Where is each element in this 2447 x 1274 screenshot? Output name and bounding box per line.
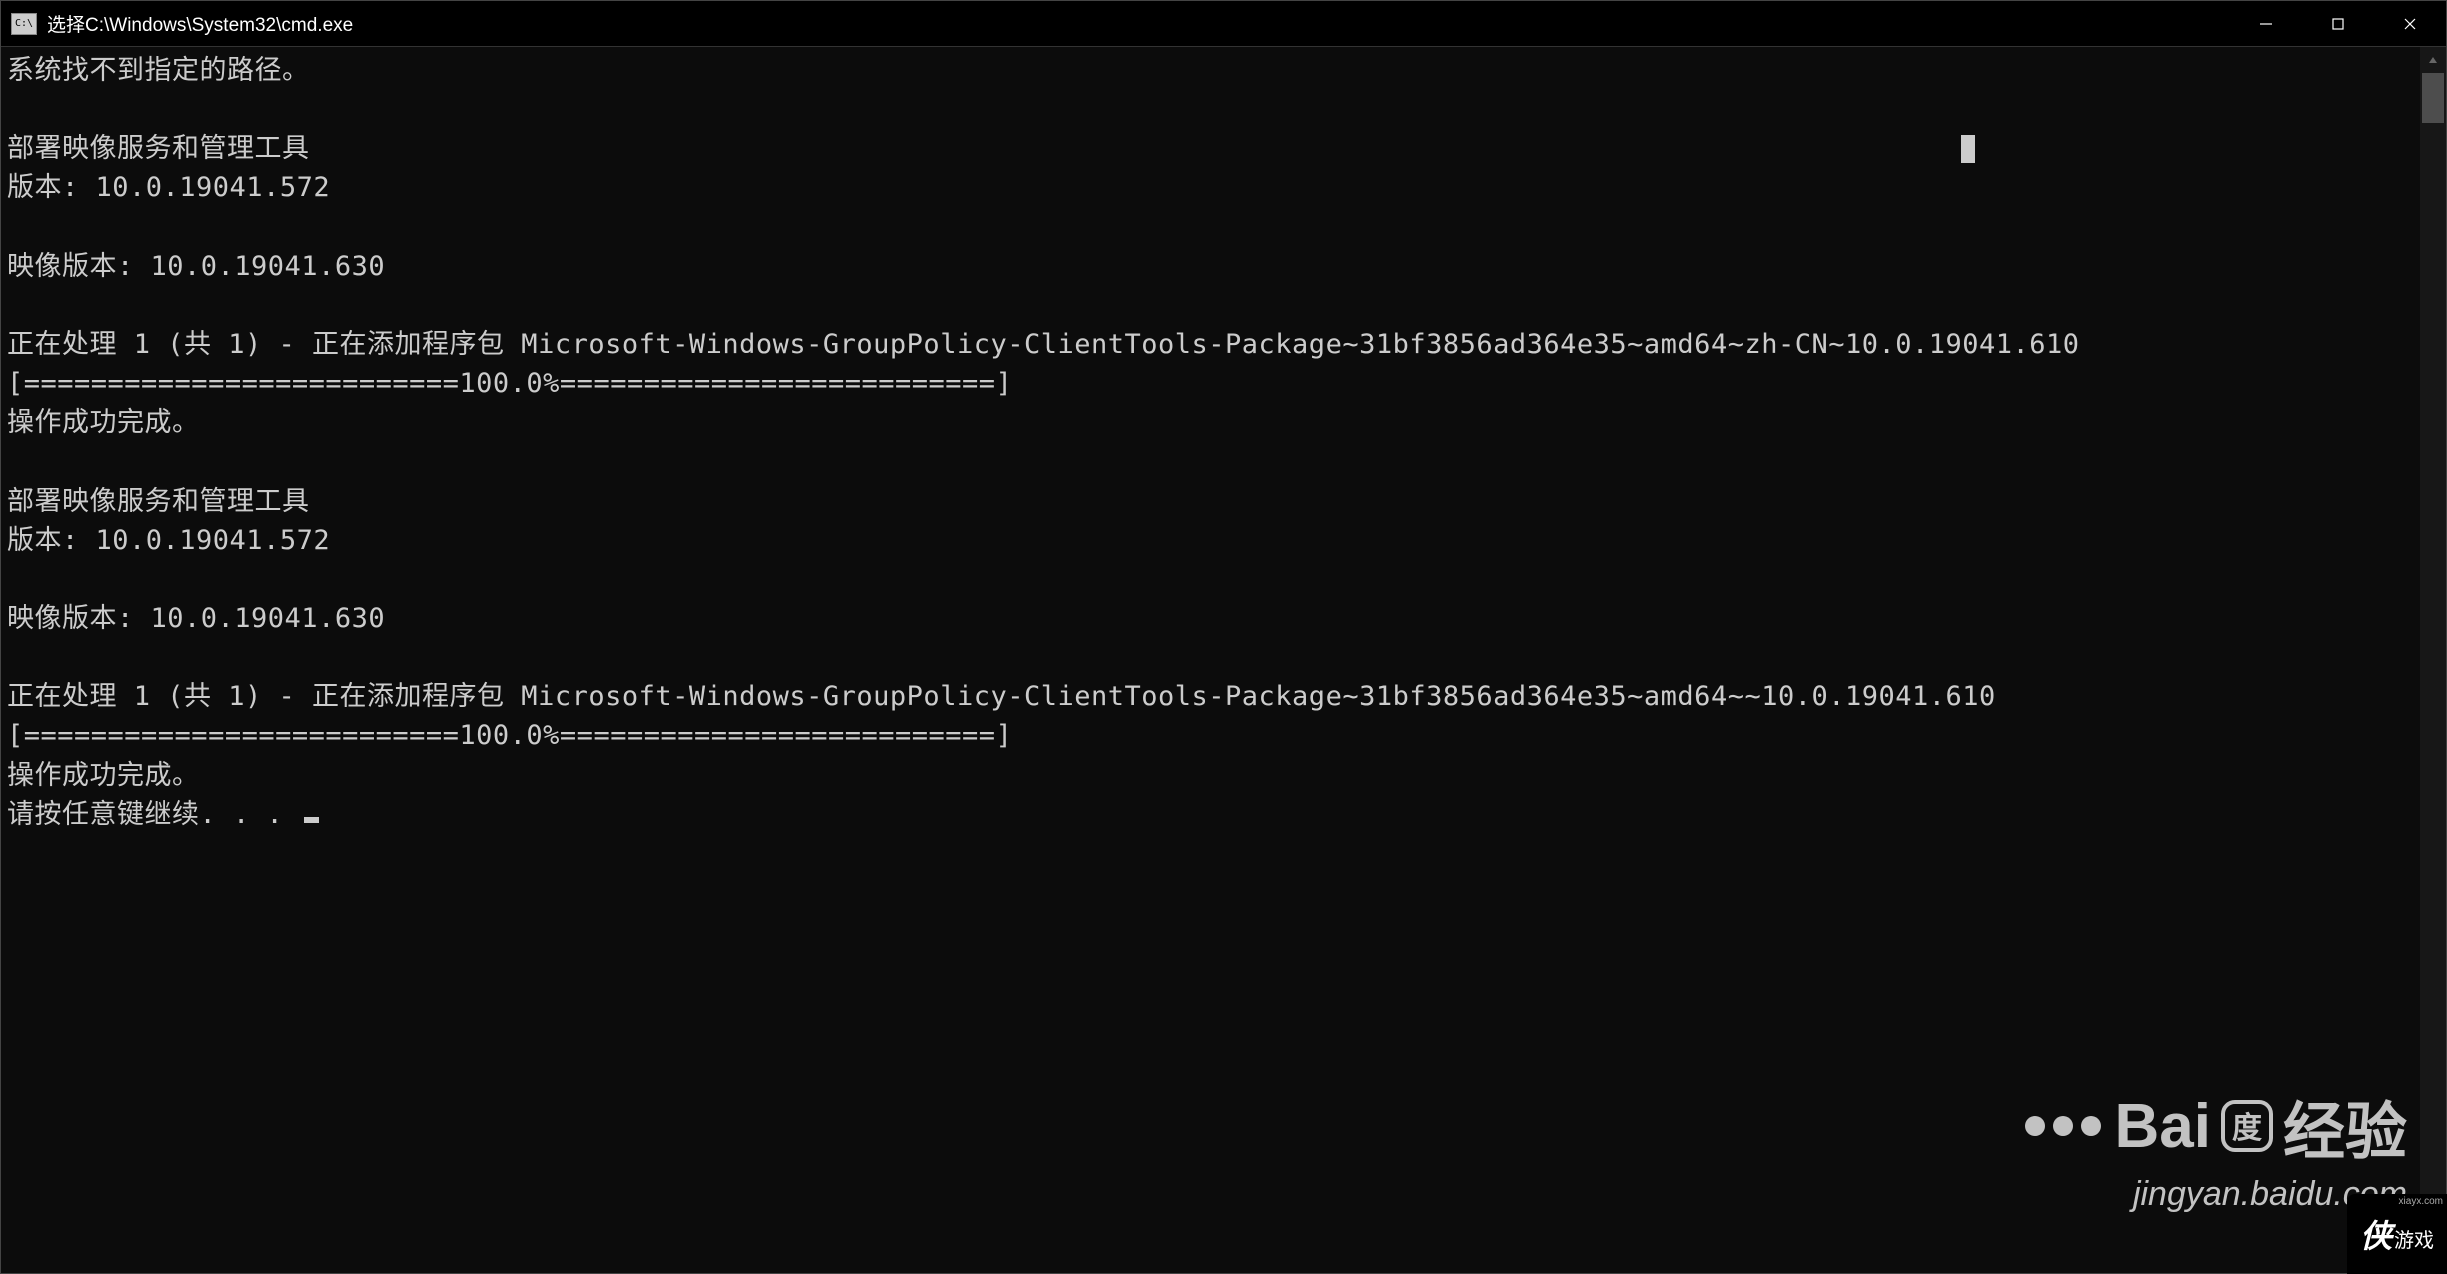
terminal-line: 操作成功完成。 [7, 756, 2414, 795]
terminal-line: 正在处理 1 (共 1) - 正在添加程序包 Microsoft-Windows… [7, 325, 2414, 364]
cmd-window: C:\ 选择C:\Windows\System32\cmd.exe 系统找不到指… [0, 0, 2447, 1274]
terminal-line: 映像版本: 10.0.19041.630 [7, 599, 2414, 638]
terminal-line: 版本: 10.0.19041.572 [7, 168, 2414, 207]
terminal-line [7, 560, 2414, 599]
maximize-button[interactable] [2302, 1, 2374, 46]
minimize-icon [2258, 16, 2274, 32]
terminal-line: 正在处理 1 (共 1) - 正在添加程序包 Microsoft-Windows… [7, 677, 2414, 716]
corner-logo-small: 游戏 [2394, 1224, 2434, 1253]
terminal-line [7, 286, 2414, 325]
terminal-line [7, 638, 2414, 677]
terminal-line [7, 208, 2414, 247]
titlebar[interactable]: C:\ 选择C:\Windows\System32\cmd.exe [1, 1, 2446, 47]
minimize-button[interactable] [2230, 1, 2302, 46]
terminal-prompt-line: 请按任意键继续. . . [7, 795, 2414, 834]
terminal-output[interactable]: 系统找不到指定的路径。 部署映像服务和管理工具版本: 10.0.19041.57… [1, 47, 2420, 1273]
vertical-scrollbar[interactable] [2420, 47, 2446, 1273]
scroll-thumb[interactable] [2422, 73, 2444, 123]
terminal-line [7, 442, 2414, 481]
chevron-up-icon [2428, 55, 2438, 65]
maximize-icon [2330, 16, 2346, 32]
terminal-line: 操作成功完成。 [7, 403, 2414, 442]
terminal-line: 版本: 10.0.19041.572 [7, 521, 2414, 560]
blinking-cursor [304, 817, 319, 823]
window-controls [2230, 1, 2446, 46]
scroll-up-button[interactable] [2420, 47, 2446, 73]
terminal-line: 映像版本: 10.0.19041.630 [7, 247, 2414, 286]
terminal-line: 部署映像服务和管理工具 [7, 129, 2414, 168]
terminal-line: 部署映像服务和管理工具 [7, 482, 2414, 521]
terminal-line: 系统找不到指定的路径。 [7, 51, 2414, 90]
window-title: 选择C:\Windows\System32\cmd.exe [47, 10, 2230, 37]
close-button[interactable] [2374, 1, 2446, 46]
terminal-body[interactable]: 系统找不到指定的路径。 部署映像服务和管理工具版本: 10.0.19041.57… [1, 47, 2446, 1273]
corner-logo-big: 侠 [2360, 1211, 2392, 1257]
corner-logo: xiayx.com 侠 游戏 [2347, 1194, 2447, 1274]
window-icon: C:\ [11, 13, 37, 35]
terminal-line [7, 90, 2414, 129]
terminal-line: [==========================100.0%=======… [7, 716, 2414, 755]
corner-logo-url: xiayx.com [2399, 1196, 2443, 1207]
terminal-line: [==========================100.0%=======… [7, 364, 2414, 403]
close-icon [2402, 16, 2418, 32]
text-cursor-mark [1961, 135, 1975, 163]
